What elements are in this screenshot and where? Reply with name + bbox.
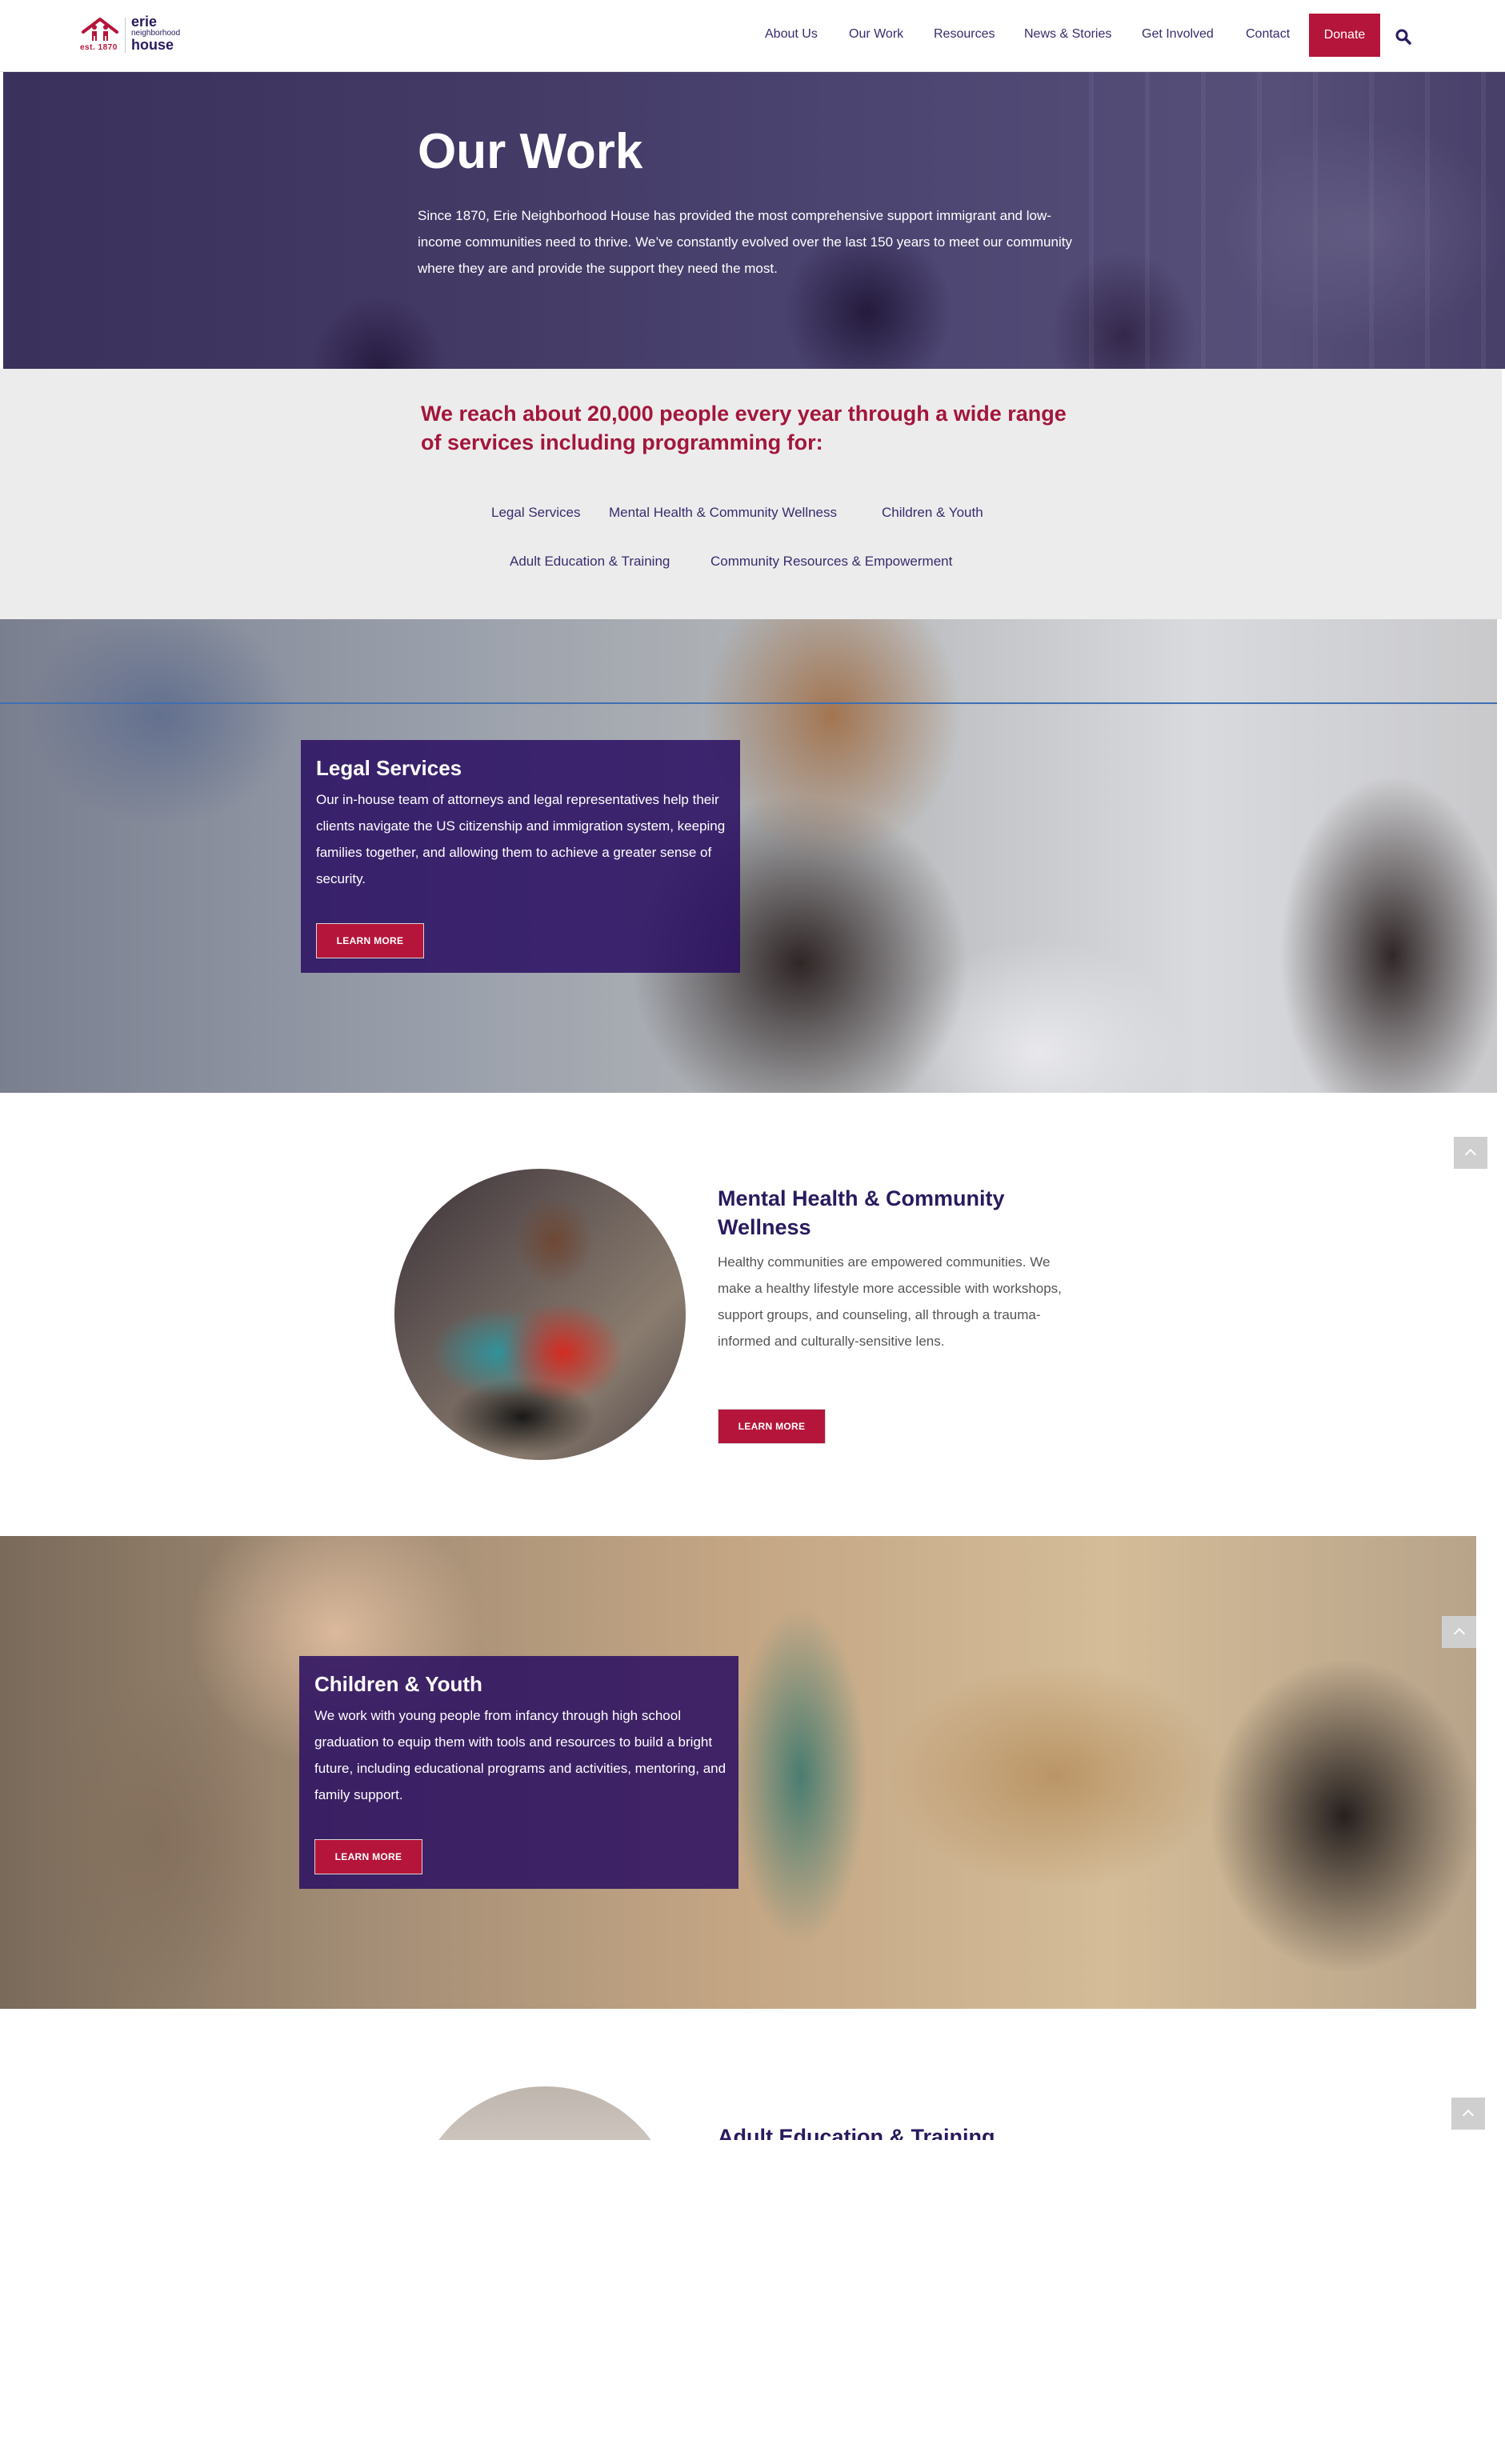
legal-services-section: Legal Services Our in-house team of atto… [0,619,1497,1093]
mental-health-image [394,1169,686,1460]
site-header: est. 1870 erie neighborhood house About … [0,0,1505,72]
mental-health-text: Healthy communities are empowered commun… [718,1254,1062,1349]
chevron-up-icon [1464,1148,1477,1161]
nav-contact[interactable]: Contact [1246,27,1290,42]
search-icon[interactable] [1395,29,1411,45]
children-youth-section: Children & Youth We work with young peop… [0,1536,1476,2009]
page-blank-area [0,2140,1505,2464]
scroll-to-top-button[interactable] [1454,1137,1487,1169]
services-intro-heading: We reach about 20,000 people every year … [421,402,1067,454]
mental-health-title: Mental Health & Community Wellness [718,1186,1005,1239]
services-intro: We reach about 20,000 people every year … [0,369,1502,619]
nav-news-stories[interactable]: News & Stories [1024,27,1111,42]
service-link-community-resources[interactable]: Community Resources & Empowerment [710,554,952,570]
nav-about-us[interactable]: About Us [765,27,818,42]
legal-services-title: Legal Services [316,756,462,780]
children-youth-card: Children & Youth We work with young peop… [299,1656,738,1889]
logo-erie: erie [131,14,158,30]
chevron-up-icon [1453,1627,1465,1640]
children-youth-learn-more-button[interactable]: LEARN MORE [314,1839,422,1874]
logo-est: est. 1870 [80,43,118,52]
site-logo[interactable]: est. 1870 erie neighborhood house [80,14,192,56]
donate-button[interactable]: Donate [1309,14,1380,57]
nav-get-involved[interactable]: Get Involved [1142,27,1214,42]
legal-services-learn-more-button[interactable]: LEARN MORE [316,923,424,958]
scroll-to-top-button-3[interactable] [1451,2098,1485,2130]
nav-resources[interactable]: Resources [934,27,995,42]
service-link-children-youth[interactable]: Children & Youth [882,505,983,521]
nav-our-work[interactable]: Our Work [849,27,903,42]
page-title: Our Work [418,124,643,179]
logo-divider [125,18,126,53]
service-link-adult-education[interactable]: Adult Education & Training [510,554,670,570]
service-link-mental-health[interactable]: Mental Health & Community Wellness [609,505,837,521]
service-link-legal[interactable]: Legal Services [491,505,581,521]
section-divider-line [0,702,1497,704]
chevron-up-icon [1462,2109,1475,2122]
logo-house: house [131,37,174,53]
children-youth-text: We work with young people from infancy t… [314,1708,726,1802]
legal-services-text: Our in-house team of attorneys and legal… [316,792,726,886]
children-youth-title: Children & Youth [314,1672,482,1696]
hero-description: Since 1870, Erie Neighborhood House has … [418,208,1072,276]
scroll-to-top-button-2[interactable] [1442,1616,1476,1648]
mental-health-learn-more-button[interactable]: LEARN MORE [718,1409,826,1444]
legal-services-card: Legal Services Our in-house team of atto… [301,740,740,973]
hero-banner: Our Work Since 1870, Erie Neighborhood H… [3,72,1505,369]
